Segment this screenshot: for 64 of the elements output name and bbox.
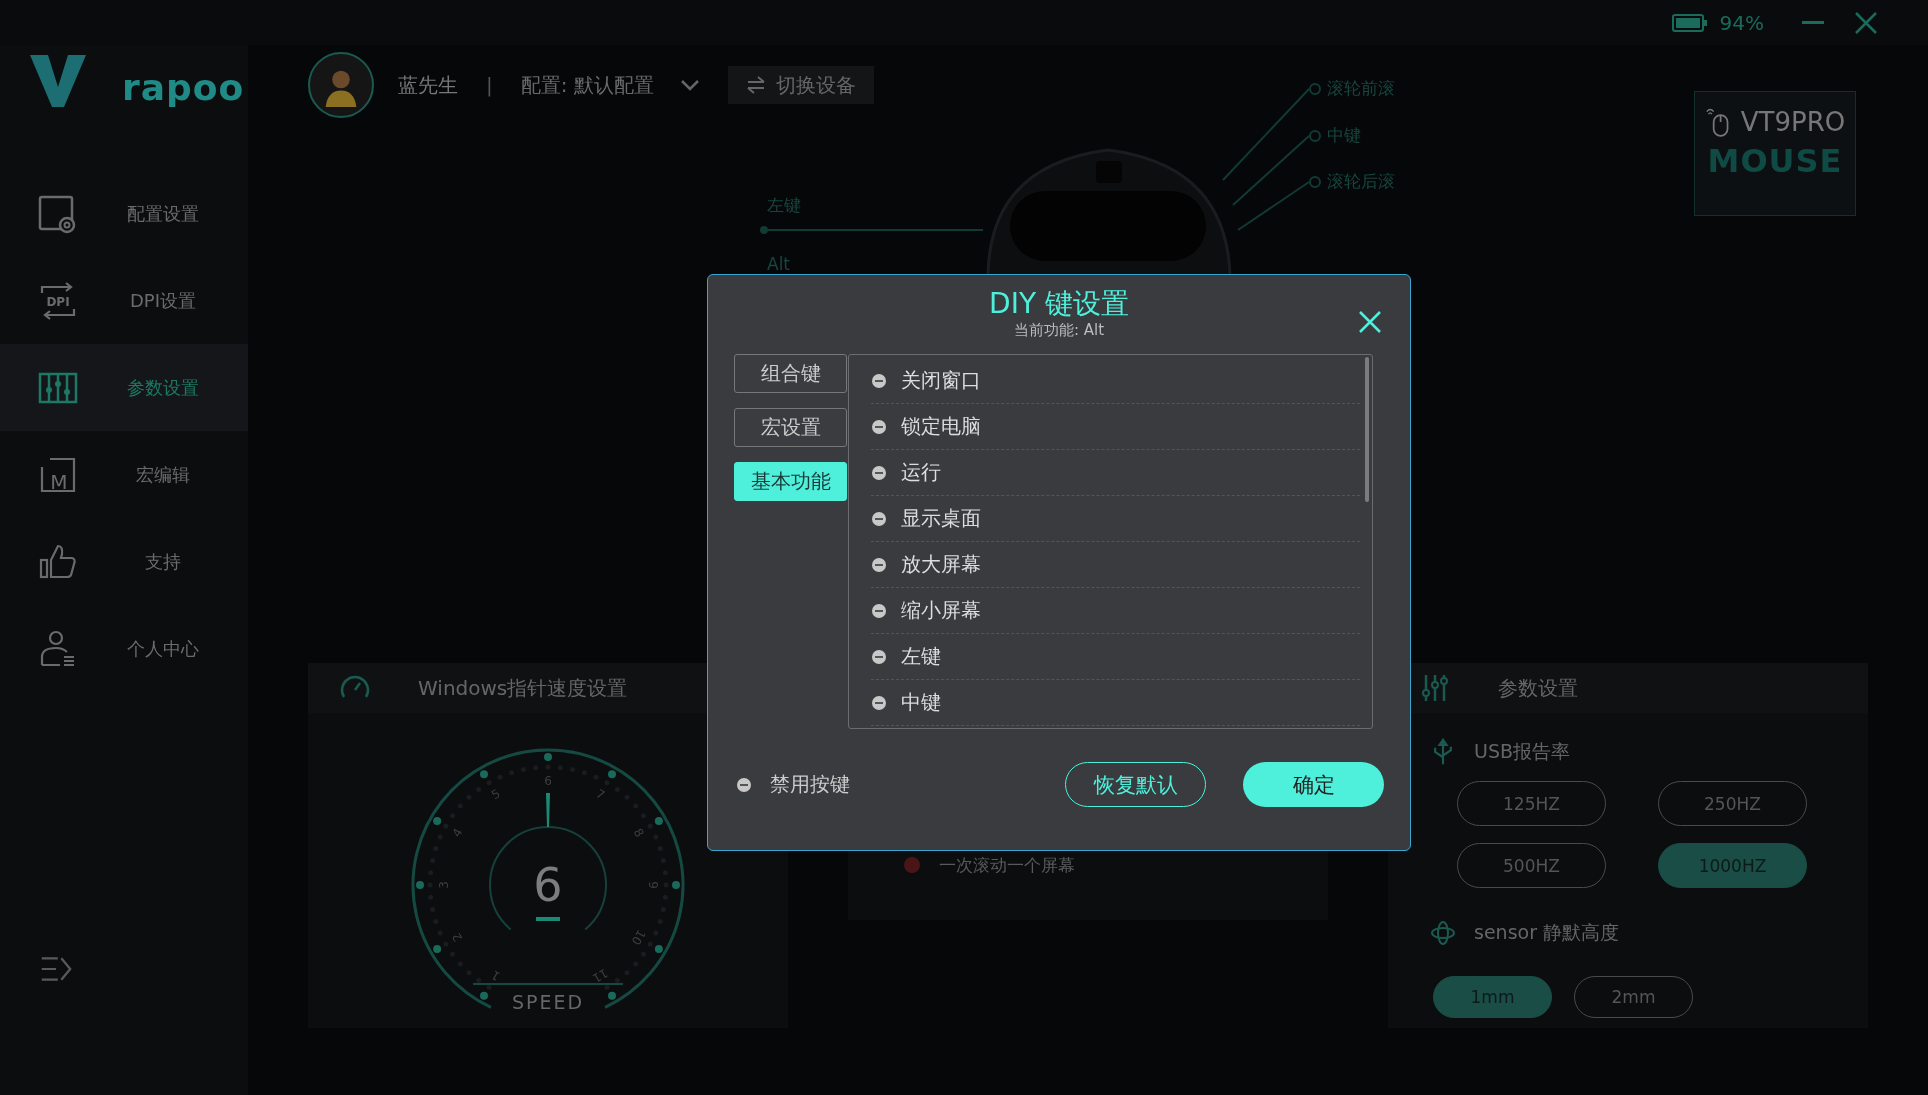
function-item[interactable]: 显示桌面 bbox=[871, 496, 1360, 542]
dialog-tab[interactable]: 基本功能 bbox=[734, 462, 847, 501]
minus-circle-icon bbox=[871, 648, 887, 665]
gauge-needle bbox=[546, 793, 550, 827]
sidebar-item[interactable]: M 宏编辑 bbox=[0, 431, 248, 518]
minus-circle-icon bbox=[871, 418, 887, 435]
function-item[interactable]: 运行 bbox=[871, 450, 1360, 496]
minus-circle-icon bbox=[871, 464, 887, 481]
brand-logo: rapoo bbox=[122, 67, 245, 108]
battery-icon bbox=[1671, 12, 1708, 33]
minus-circle-icon bbox=[871, 556, 887, 573]
dialog-subtitle: 当前功能: Alt bbox=[1013, 321, 1105, 340]
function-item[interactable]: 中键 bbox=[871, 680, 1360, 726]
swap-icon bbox=[745, 76, 766, 94]
speed-caption: SPEED bbox=[511, 991, 585, 1013]
button-label: 左键 bbox=[767, 194, 801, 217]
confirm-button[interactable]: 确定 bbox=[1243, 762, 1384, 807]
minus-circle-icon bbox=[871, 372, 887, 389]
logo-mark-icon bbox=[30, 53, 86, 109]
button-label: 滚轮后滚 bbox=[1327, 170, 1395, 193]
dialog-title: DIY 键设置 bbox=[989, 287, 1129, 321]
function-item[interactable]: 关闭窗口 bbox=[871, 358, 1360, 404]
sidebar-item[interactable]: 参数设置 bbox=[0, 344, 248, 431]
speed-value: 6 bbox=[533, 858, 563, 912]
sliders-icon bbox=[1420, 673, 1450, 703]
wireless-mouse-icon bbox=[1704, 106, 1731, 138]
dialog-tab[interactable]: 组合键 bbox=[734, 354, 847, 393]
device-type: MOUSE bbox=[1707, 142, 1843, 180]
dialog-tab[interactable]: 宏设置 bbox=[734, 408, 847, 447]
atom-icon bbox=[1430, 919, 1456, 947]
button-label: Alt bbox=[767, 254, 791, 274]
value-underline bbox=[536, 917, 560, 921]
function-item[interactable]: 放大屏幕 bbox=[871, 542, 1360, 588]
radio-icon[interactable] bbox=[904, 857, 920, 873]
minus-circle-icon bbox=[871, 510, 887, 527]
minimize-icon[interactable] bbox=[1802, 20, 1824, 25]
sidebar-item[interactable]: 配置设置 bbox=[0, 170, 248, 257]
chevron-down-icon[interactable] bbox=[679, 79, 700, 91]
battery-percentage: 94% bbox=[1719, 10, 1764, 35]
minus-circle-icon bbox=[871, 602, 887, 619]
sidebar-item[interactable]: DPI DPI设置 bbox=[0, 257, 248, 344]
switch-device-button[interactable]: 切换设备 bbox=[727, 66, 874, 104]
scrollbar-thumb[interactable] bbox=[1365, 357, 1369, 502]
separator: | bbox=[486, 73, 493, 97]
scroll-option: 一次滚动一个屏幕 bbox=[939, 853, 1075, 877]
minus-circle-icon[interactable] bbox=[736, 776, 752, 793]
panel-title: Windows指针速度设置 bbox=[418, 674, 628, 702]
disable-key-label: 禁用按键 bbox=[770, 771, 850, 798]
user-name: 蓝先生 bbox=[398, 71, 458, 99]
button-label: 中键 bbox=[1327, 124, 1361, 147]
button-label: 滚轮前滚 bbox=[1327, 77, 1395, 100]
panel-title: 参数设置 bbox=[1498, 674, 1578, 702]
sidebar-item[interactable]: 支持 bbox=[0, 518, 248, 605]
section-label: USB报告率 bbox=[1474, 739, 1570, 764]
profile-selector[interactable]: 配置: 默认配置 bbox=[520, 71, 654, 99]
section-label: sensor 静默高度 bbox=[1474, 920, 1619, 945]
minus-circle-icon bbox=[871, 694, 887, 711]
function-item[interactable]: 左键 bbox=[871, 634, 1360, 680]
settings-icon bbox=[38, 193, 78, 234]
sidebar-item[interactable]: 个人中心 bbox=[0, 605, 248, 692]
menu-icon[interactable] bbox=[40, 955, 72, 983]
function-item[interactable]: 锁定电脑 bbox=[871, 404, 1360, 450]
device-model: VT9PRO bbox=[1740, 107, 1846, 137]
function-item[interactable]: 缩小屏幕 bbox=[871, 588, 1360, 634]
